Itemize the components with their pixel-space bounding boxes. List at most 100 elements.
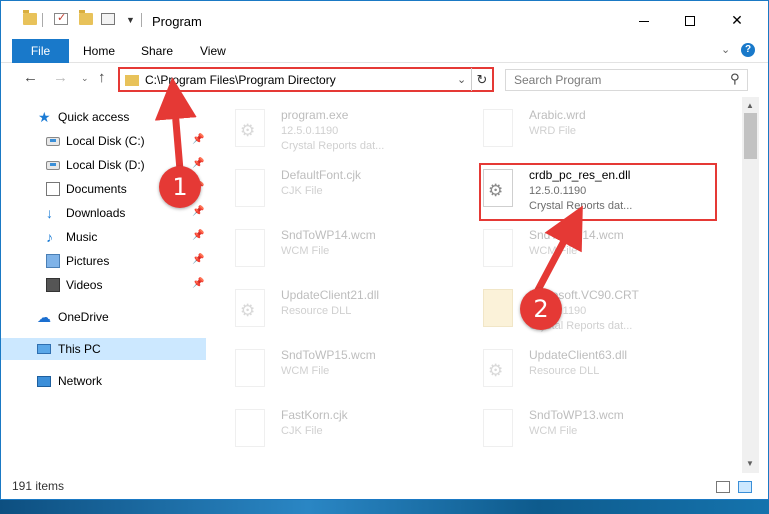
tab-share[interactable]: Share (141, 39, 173, 63)
music-icon: ♪ (46, 229, 53, 245)
sidebar-item-onedrive[interactable]: ☁ OneDrive (1, 306, 206, 328)
vertical-scrollbar[interactable]: ▲ ▼ (742, 97, 759, 473)
file-item-updateclient21-dll[interactable]: UpdateClient21.dll Resource DLL (235, 287, 475, 345)
tab-file[interactable]: File (12, 39, 69, 63)
search-placeholder: Search Program (514, 73, 602, 87)
minimize-button[interactable] (621, 1, 667, 39)
file-name: SndToWP14.wcm (281, 228, 376, 242)
sidebar-item-this-pc[interactable]: This PC (1, 338, 206, 360)
file-icon (483, 109, 513, 147)
file-detail: CJK File (281, 185, 323, 197)
file-description: Crystal Reports dat... (281, 140, 385, 152)
file-detail: WCM File (529, 425, 578, 437)
file-item-microsoft-vc90-crt[interactable]: Microsoft.VC90.CRT 12.5.0.1190 Crystal R… (483, 287, 723, 345)
file-item-sndtowp14-wcm[interactable]: SndToWP14.wcm WCM File (235, 227, 475, 285)
maximize-button[interactable] (667, 1, 713, 39)
pin-icon[interactable]: 📌 (192, 158, 204, 169)
item-count: 191 items (12, 479, 65, 493)
dll-gear-icon (235, 289, 265, 327)
scroll-down-icon[interactable]: ▼ (746, 459, 754, 468)
sidebar-item-pictures[interactable]: Pictures 📌 (1, 250, 206, 272)
disk-icon (46, 161, 60, 170)
scroll-up-icon[interactable]: ▲ (746, 101, 754, 110)
address-bar[interactable]: C:\Program Files\Program Directory ⌄ ↻ (118, 67, 494, 92)
file-detail: Resource DLL (529, 365, 600, 377)
sidebar-item-label: Videos (66, 278, 103, 292)
tab-view[interactable]: View (200, 39, 226, 63)
file-item-sndtowp13-wcm[interactable]: SndToWP13.wcm WCM File (483, 407, 723, 465)
expand-ribbon-icon[interactable]: ⌄ (721, 43, 730, 56)
help-icon[interactable]: ? (741, 43, 755, 57)
file-name: UpdateClient63.dll (529, 348, 628, 362)
large-icons-view-icon[interactable] (738, 481, 752, 493)
title-bar: ▼ Program ✕ (1, 1, 768, 39)
file-list: program.exe 12.5.0.1190 Crystal Reports … (207, 97, 742, 473)
address-path[interactable]: C:\Program Files\Program Directory (145, 73, 336, 87)
search-icon[interactable]: ⚲ (730, 71, 740, 87)
file-item-defaultfont-cjk[interactable]: DefaultFont.cjk CJK File (235, 167, 475, 225)
file-name: Arabic.wrd (529, 108, 586, 122)
back-button[interactable]: ← (23, 69, 38, 86)
disk-icon (46, 137, 60, 146)
close-button[interactable]: ✕ (714, 1, 760, 39)
file-detail: WRD File (529, 125, 577, 137)
sidebar-item-label: Network (58, 374, 103, 388)
recent-locations-icon[interactable]: ⌄ (81, 73, 89, 84)
refresh-button[interactable]: ↻ (471, 68, 492, 91)
sidebar-item-music[interactable]: ♪ Music 📌 (1, 226, 206, 248)
scrollbar-thumb[interactable] (744, 113, 757, 159)
address-dropdown-icon[interactable]: ⌄ (457, 73, 466, 86)
sidebar-item-label: Local Disk (C:) (66, 134, 145, 148)
properties-check-icon[interactable] (54, 11, 68, 25)
file-item-updateclient63-dll[interactable]: UpdateClient63.dll Resource DLL (483, 347, 723, 405)
file-name: program.exe (281, 108, 349, 122)
downloads-icon: ↓ (46, 205, 53, 221)
pin-icon[interactable]: 📌 (192, 278, 204, 289)
sidebar-item-quick-access[interactable]: ★ Quick access (1, 106, 206, 128)
folder-icon (23, 10, 37, 25)
tab-home[interactable]: Home (83, 39, 115, 63)
qat-separator (42, 13, 43, 27)
step-badge-1: 1 (159, 166, 201, 208)
file-item-arabic-wrd[interactable]: Arabic.wrd WRD File (483, 107, 723, 165)
new-folder-icon[interactable] (79, 10, 93, 25)
explorer-window: ▼ Program ✕ File Home Share View ⌄ ? ← →… (0, 0, 769, 500)
status-bar: 191 items (1, 473, 768, 499)
pin-icon[interactable]: 📌 (192, 230, 204, 241)
folder-file-icon (483, 289, 513, 327)
title-separator (141, 13, 142, 27)
up-button[interactable]: ↑ (98, 69, 106, 86)
file-icon (235, 349, 265, 387)
file-detail: 12.5.0.1190 (281, 125, 339, 137)
sidebar-item-label: OneDrive (58, 310, 109, 324)
file-name: FastKorn.cjk (281, 408, 348, 422)
qat-dropdown-icon[interactable]: ▼ (126, 15, 135, 25)
file-name: SndToWP13.wcm (529, 408, 624, 422)
pin-icon[interactable]: 📌 (192, 134, 204, 145)
sidebar-item-local-disk-c[interactable]: Local Disk (C:) 📌 (1, 130, 206, 152)
details-view-icon[interactable] (716, 481, 730, 493)
file-item-sndtowp15-wcm[interactable]: SndToWP15.wcm WCM File (235, 347, 475, 405)
sidebar-item-network[interactable]: Network (1, 370, 206, 392)
file-detail: WCM File (529, 245, 578, 257)
view-options-icon[interactable] (101, 13, 115, 25)
window-title: Program (152, 14, 202, 29)
file-icon (235, 229, 265, 267)
file-detail: Resource DLL (281, 305, 352, 317)
file-detail: CJK File (281, 425, 323, 437)
forward-button[interactable]: → (53, 69, 68, 86)
sidebar-item-videos[interactable]: Videos 📌 (1, 274, 206, 296)
pin-icon[interactable]: 📌 (192, 206, 204, 217)
file-item-sndtowp14-wcm-2[interactable]: SndToWP14.wcm WCM File (483, 227, 723, 285)
desktop-background (0, 500, 769, 514)
pin-icon[interactable]: 📌 (192, 254, 204, 265)
file-icon (235, 169, 265, 207)
star-icon: ★ (38, 109, 51, 125)
file-item-fastkorn-cjk[interactable]: FastKorn.cjk CJK File (235, 407, 475, 465)
address-folder-icon (125, 75, 139, 86)
search-input[interactable]: Search Program ⚲ (505, 69, 748, 91)
ribbon-tabs: File Home Share View ⌄ ? (1, 39, 768, 63)
documents-icon (46, 182, 60, 196)
file-item-program-exe[interactable]: program.exe 12.5.0.1190 Crystal Reports … (235, 107, 475, 165)
minimize-icon (639, 20, 649, 22)
